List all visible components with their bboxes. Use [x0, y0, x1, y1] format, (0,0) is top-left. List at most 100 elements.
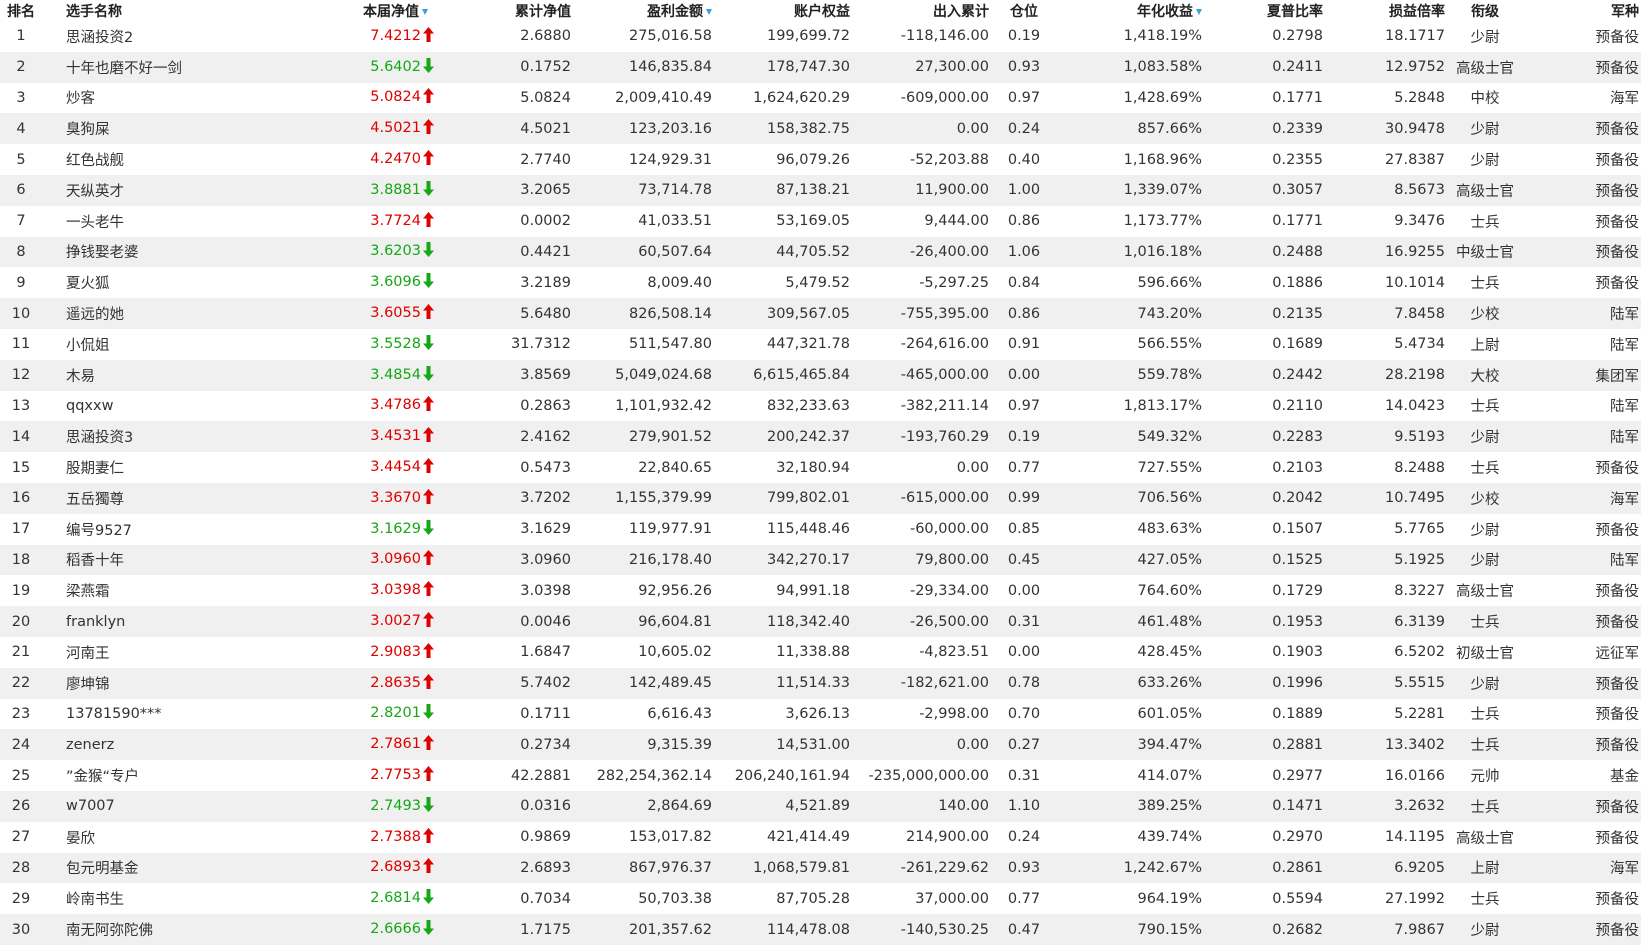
table-row[interactable]: 21 河南王 2.9083 1.6847 10,605.02 11,338.88 -4,82… [0, 637, 1641, 668]
cell-name-text[interactable]: 思涵投资3 [66, 430, 133, 446]
table-row[interactable]: 7 一头老牛 3.7724 0.0002 41,033.51 53,169.05 9,444… [0, 206, 1641, 237]
cell-name[interactable]: 小侃姐 [42, 329, 232, 360]
cell-name[interactable]: 思涵投资2 [42, 21, 232, 52]
table-row[interactable]: 18 稻香十年 3.0960 3.0960 216,178.40 342,270.17 79… [0, 544, 1641, 576]
cell-name-text[interactable]: 南无阿弥陀佛 [66, 923, 153, 939]
table-row[interactable]: 2 十年也磨不好一剑 5.6402 0.1752 146,835.84 178,747.3… [0, 51, 1641, 83]
cell-name-text[interactable]: 夏火狐 [66, 276, 110, 292]
table-row[interactable]: 12 木易 3.4854 3.8569 5,049,024.68 6,615,465.84… [0, 359, 1641, 391]
sort-desc-icon[interactable] [706, 8, 712, 15]
table-row[interactable]: 26 w7007 2.7493 0.0316 2,864.69 4,521.89 140.0… [0, 790, 1641, 822]
cell-name-text[interactable]: 臭狗屎 [66, 122, 110, 138]
cell-name-text[interactable]: ”金猴“专户 [66, 769, 139, 785]
table-row[interactable]: 8 挣钱娶老婆 3.6203 0.4421 60,507.64 44,705.52 -26,… [0, 236, 1641, 268]
table-row[interactable]: 11 小侃姐 3.5528 31.7312 511,547.80 447,321.78 -2… [0, 329, 1641, 360]
cell-name[interactable]: 遥远的她 [42, 298, 232, 329]
header-nav[interactable]: 本届净值 [232, 0, 446, 21]
cell-name[interactable]: 木易 [42, 360, 232, 391]
cell-name[interactable]: 股期妻仁 [42, 452, 232, 483]
table-row[interactable]: 24 zenerz 2.7861 0.2734 9,315.39 14,531.00 0.0… [0, 729, 1641, 761]
table-row[interactable]: 9 夏火狐 3.6096 3.2189 8,009.40 5,479.52 -5,297.2… [0, 267, 1641, 298]
cell-name[interactable]: 稻香十年 [42, 545, 232, 576]
header-ratio[interactable]: 损益倍率 [1323, 0, 1445, 21]
cell-name[interactable]: 南无阿弥陀佛 [42, 914, 232, 945]
header-annualized[interactable]: 年化收益 [1059, 0, 1202, 21]
table-row[interactable]: 28 包元明基金 2.6893 2.6893 867,976.37 1,068,579.8… [0, 852, 1641, 884]
cell-name[interactable]: 红色战舰 [42, 144, 232, 175]
table-row[interactable]: 19 梁燕霜 3.0398 3.0398 92,956.26 94,991.18 -29,3… [0, 575, 1641, 606]
table-row[interactable]: 5 红色战舰 4.2470 2.7740 124,929.31 96,079.26 -52,… [0, 144, 1641, 175]
cell-name-text[interactable]: 包元明基金 [66, 861, 139, 877]
cell-name[interactable]: zenerz [42, 729, 232, 760]
cell-name[interactable]: franklyn [42, 606, 232, 637]
table-row[interactable]: 17 编号9527 3.1629 3.1629 119,977.91 115,448.46… [0, 514, 1641, 545]
cell-name-text[interactable]: 五岳獨尊 [66, 492, 124, 508]
header-rank[interactable]: 排名 [0, 0, 42, 21]
cell-name-text[interactable]: 红色战舰 [66, 153, 124, 169]
table-row[interactable]: 25 ”金猴“专户 2.7753 42.2881 282,254,362.14 206,2… [0, 760, 1641, 791]
cell-name-text[interactable]: qqxxw [66, 398, 113, 414]
cell-name[interactable]: 一头老牛 [42, 206, 232, 237]
header-grade[interactable]: 衔级 [1445, 0, 1525, 21]
cell-name[interactable]: 天纵英才 [42, 175, 232, 206]
cell-name[interactable]: 13781590*** [42, 699, 232, 730]
table-row[interactable]: 6 天纵英才 3.8881 3.2065 73,714.78 87,138.21 11,90… [0, 174, 1641, 206]
header-profit[interactable]: 盈利金额 [571, 0, 712, 21]
cell-name[interactable]: 廖坤锦 [42, 668, 232, 699]
header-name[interactable]: 选手名称 [42, 0, 232, 21]
cell-name[interactable]: 岭南书生 [42, 883, 232, 914]
table-row[interactable]: 22 廖坤锦 2.8635 5.7402 142,489.45 11,514.33 -182… [0, 667, 1641, 699]
cell-name-text[interactable]: w7007 [66, 798, 115, 814]
cell-name-text[interactable]: 廖坤锦 [66, 677, 110, 693]
cell-name[interactable]: 思涵投资3 [42, 421, 232, 452]
cell-name[interactable]: qqxxw [42, 391, 232, 422]
cell-name-text[interactable]: 13781590*** [66, 706, 162, 722]
table-row[interactable]: 27 晏欣 2.7388 0.9869 153,017.82 421,414.49 214,… [0, 822, 1641, 853]
cell-name-text[interactable]: 编号9527 [66, 523, 132, 539]
cell-name[interactable]: 包元明基金 [42, 853, 232, 884]
sort-desc-icon[interactable] [422, 8, 428, 15]
table-row[interactable]: 30 南无阿弥陀佛 2.6666 1.7175 201,357.62 114,478.08… [0, 914, 1641, 945]
cell-name[interactable]: 夏火狐 [42, 267, 232, 298]
cell-name[interactable]: w7007 [42, 791, 232, 822]
cell-name[interactable]: 挣钱娶老婆 [42, 237, 232, 268]
cell-name-text[interactable]: 天纵英才 [66, 184, 124, 200]
cell-name-text[interactable]: 梁燕霜 [66, 584, 110, 600]
header-equity[interactable]: 账户权益 [712, 0, 850, 21]
table-row[interactable]: 1 思涵投资2 7.4212 2.6880 275,016.58 199,699.72 -1… [0, 21, 1641, 52]
cell-name[interactable]: ”金猴“专户 [42, 760, 232, 791]
table-row[interactable]: 14 思涵投资3 3.4531 2.4162 279,901.52 200,242.37 -… [0, 421, 1641, 453]
cell-name-text[interactable]: 思涵投资2 [66, 30, 133, 46]
table-row[interactable]: 23 13781590*** 2.8201 0.1711 6,616.43 3,626.1… [0, 699, 1641, 730]
cell-name-text[interactable]: 岭南书生 [66, 892, 124, 908]
table-row[interactable]: 16 五岳獨尊 3.3670 3.7202 1,155,379.99 799,802.01… [0, 482, 1641, 514]
cell-name-text[interactable]: 遥远的她 [66, 307, 124, 323]
table-row[interactable]: 4 臭狗屎 4.5021 4.5021 123,203.16 158,382.75 0.00… [0, 113, 1641, 145]
cell-name-text[interactable]: 小侃姐 [66, 338, 110, 354]
cell-name[interactable]: 梁燕霜 [42, 575, 232, 606]
cell-name-text[interactable]: zenerz [66, 737, 114, 753]
cell-name-text[interactable]: 一头老牛 [66, 215, 124, 231]
header-type[interactable]: 军种 [1525, 0, 1641, 21]
cell-name-text[interactable]: 挣钱娶老婆 [66, 245, 139, 261]
cell-name-text[interactable]: 炒客 [66, 91, 95, 107]
cell-name-text[interactable]: 河南王 [66, 646, 110, 662]
cell-name[interactable]: 炒客 [42, 83, 232, 114]
table-row[interactable]: 13 qqxxw 3.4786 0.2863 1,101,932.42 832,233.6… [0, 391, 1641, 422]
cell-name[interactable]: 十年也磨不好一剑 [42, 52, 232, 83]
table-row[interactable]: 10 遥远的她 3.6055 5.6480 826,508.14 309,567.05 -7… [0, 298, 1641, 329]
cell-name-text[interactable]: 十年也磨不好一剑 [66, 61, 182, 77]
cell-name[interactable]: 五岳獨尊 [42, 483, 232, 514]
cell-name[interactable]: 河南王 [42, 637, 232, 668]
table-row[interactable]: 15 股期妻仁 3.4454 0.5473 22,840.65 32,180.94 0.00… [0, 452, 1641, 483]
cell-name-text[interactable]: 木易 [66, 369, 95, 385]
sort-desc-icon[interactable] [1196, 8, 1202, 15]
table-row[interactable]: 3 炒客 5.0824 5.0824 2,009,410.49 1,624,620.29 -… [0, 83, 1641, 114]
cell-name-text[interactable]: 股期妻仁 [66, 461, 124, 477]
cell-name-text[interactable]: 稻香十年 [66, 553, 124, 569]
header-flow[interactable]: 出入累计 [850, 0, 989, 21]
header-cumulative[interactable]: 累计净值 [446, 0, 571, 21]
table-row[interactable]: 20 franklyn 3.0027 0.0046 96,604.81 118,342.4… [0, 606, 1641, 637]
header-position[interactable]: 仓位 [989, 0, 1059, 21]
header-sharpe[interactable]: 夏普比率 [1202, 0, 1323, 21]
